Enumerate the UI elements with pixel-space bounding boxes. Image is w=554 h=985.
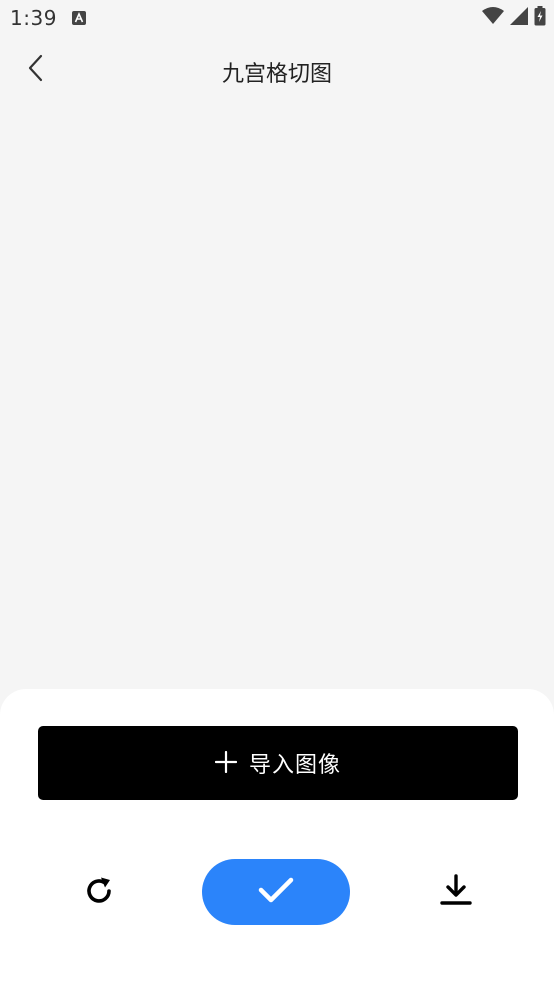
top-bar: 九宫格切图	[0, 38, 554, 104]
action-row	[0, 859, 554, 925]
refresh-icon	[82, 874, 116, 912]
wifi-icon	[482, 7, 504, 29]
page-title: 九宫格切图	[221, 62, 332, 87]
status-time: 1:39	[10, 6, 57, 30]
screen: 1:39 九宫格切图 导入图像	[0, 0, 554, 985]
check-icon	[258, 876, 294, 908]
plus-icon	[214, 750, 238, 776]
reset-button[interactable]	[78, 873, 120, 913]
download-icon	[440, 874, 472, 910]
text-a-icon	[72, 10, 86, 25]
import-image-button[interactable]: 导入图像	[38, 726, 518, 800]
status-icons	[482, 6, 546, 30]
cell-signal-icon	[510, 7, 528, 29]
battery-charging-icon	[534, 6, 546, 30]
bottom-panel: 导入图像	[0, 689, 554, 985]
confirm-button[interactable]	[202, 859, 350, 925]
image-workspace	[0, 104, 554, 689]
download-button[interactable]	[434, 871, 478, 913]
status-bar: 1:39	[0, 0, 554, 38]
import-image-label: 导入图像	[248, 752, 341, 777]
